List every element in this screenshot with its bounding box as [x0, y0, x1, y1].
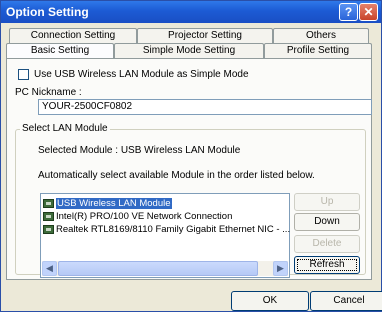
- delete-button[interactable]: Delete: [294, 235, 360, 253]
- network-card-icon: [43, 225, 54, 234]
- close-icon: ✕: [363, 5, 374, 19]
- list-item[interactable]: USB Wireless LAN Module: [43, 197, 172, 210]
- chevron-right-icon: ▶: [277, 263, 284, 273]
- network-card-icon: [43, 199, 54, 208]
- network-card-icon: [43, 212, 54, 221]
- group-title: Select LAN Module: [20, 123, 110, 134]
- auto-select-text: Automatically select available Module in…: [38, 170, 315, 181]
- tab-connection-setting[interactable]: Connection Setting: [9, 28, 137, 44]
- horizontal-scrollbar[interactable]: ◀ ▶: [42, 261, 288, 276]
- down-button[interactable]: Down: [294, 213, 360, 231]
- list-item-label: USB Wireless LAN Module: [56, 198, 172, 209]
- cancel-button[interactable]: Cancel: [310, 291, 382, 311]
- title-bar[interactable]: Option Setting ? ✕: [1, 1, 381, 23]
- lan-module-list[interactable]: USB Wireless LAN Module Intel(R) PRO/100…: [40, 193, 290, 278]
- usb-checkbox-row[interactable]: Use USB Wireless LAN Module as Simple Mo…: [18, 69, 249, 80]
- tab-basic-setting[interactable]: Basic Setting: [6, 43, 114, 59]
- scroll-left-button[interactable]: ◀: [42, 261, 57, 276]
- window-title: Option Setting: [6, 5, 89, 19]
- close-button[interactable]: ✕: [359, 3, 378, 21]
- up-button[interactable]: Up: [294, 193, 360, 211]
- scroll-thumb[interactable]: [58, 261, 258, 276]
- usb-simple-mode-checkbox[interactable]: [18, 69, 29, 80]
- tab-others[interactable]: Others: [273, 28, 369, 44]
- chevron-left-icon: ◀: [46, 263, 53, 273]
- tab-simple-mode-setting[interactable]: Simple Mode Setting: [114, 43, 264, 59]
- help-button[interactable]: ?: [339, 3, 358, 21]
- list-item-label: Realtek RTL8169/8110 Family Gigabit Ethe…: [56, 224, 291, 235]
- list-item[interactable]: Intel(R) PRO/100 VE Network Connection: [43, 210, 232, 223]
- basic-setting-panel: Use USB Wireless LAN Module as Simple Mo…: [6, 58, 372, 280]
- pc-nickname-label: PC Nickname :: [15, 87, 82, 98]
- refresh-button[interactable]: Refresh: [294, 256, 360, 274]
- help-icon: ?: [344, 5, 353, 19]
- ok-button[interactable]: OK: [231, 291, 309, 311]
- list-item[interactable]: Realtek RTL8169/8110 Family Gigabit Ethe…: [43, 223, 290, 236]
- tab-projector-setting[interactable]: Projector Setting: [137, 28, 273, 44]
- list-item-label: Intel(R) PRO/100 VE Network Connection: [56, 211, 233, 222]
- tab-profile-setting[interactable]: Profile Setting: [264, 43, 372, 59]
- option-setting-window: Option Setting ? ✕ Connection Setting Pr…: [0, 0, 382, 312]
- selected-module-text: Selected Module : USB Wireless LAN Modul…: [38, 145, 241, 156]
- tab-row-front: Basic Setting Simple Mode Setting Profil…: [6, 43, 372, 59]
- tab-row-back: Connection Setting Projector Setting Oth…: [9, 28, 369, 44]
- usb-checkbox-label: Use USB Wireless LAN Module as Simple Mo…: [34, 69, 249, 80]
- scroll-right-button[interactable]: ▶: [273, 261, 288, 276]
- pc-nickname-input[interactable]: YOUR-2500CF0802: [38, 99, 372, 115]
